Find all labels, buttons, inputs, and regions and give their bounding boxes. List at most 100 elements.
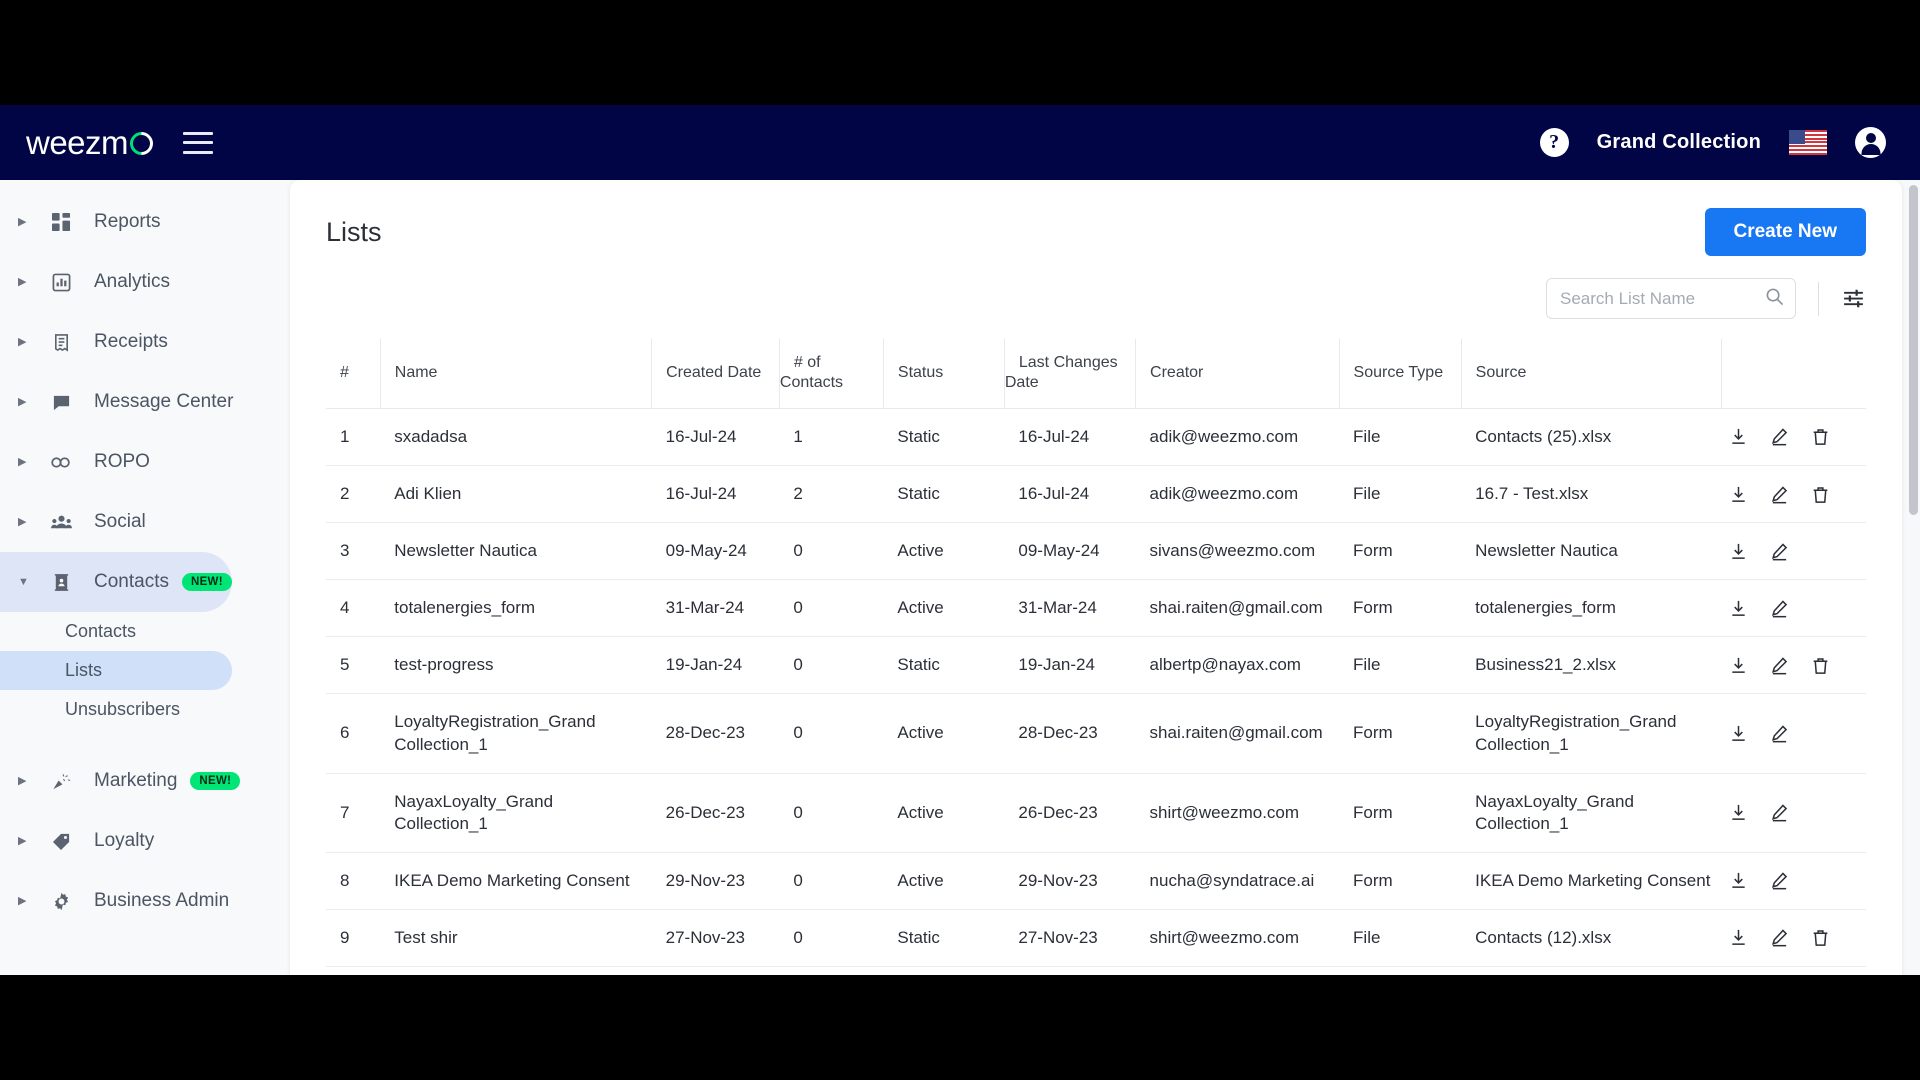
column-header-source[interactable]: Source — [1461, 339, 1722, 409]
cell-last-changes: 27-Nov-23 — [1004, 909, 1136, 967]
edit-pencil-icon[interactable] — [1770, 599, 1789, 618]
download-icon[interactable] — [1729, 599, 1748, 618]
cell-source-type: File — [1339, 636, 1462, 695]
column-header-contacts[interactable]: # of Contacts — [779, 339, 884, 409]
delete-trash-icon[interactable] — [1811, 928, 1830, 947]
download-icon[interactable] — [1729, 928, 1748, 947]
table-row[interactable]: 9 Test shir 27-Nov-23 0 Static 27-Nov-23 shirt… — [326, 909, 1866, 967]
column-header-name[interactable]: Name — [380, 339, 653, 409]
cell-created-date: 27-Nov-23 — [651, 909, 780, 967]
search-input[interactable] — [1547, 279, 1795, 318]
delete-trash-icon[interactable] — [1811, 656, 1830, 675]
cell-actions — [1721, 852, 1866, 910]
cell-source-type: File — [1339, 408, 1462, 467]
cell-last-changes: 26-Dec-23 — [1004, 773, 1136, 853]
edit-pencil-icon[interactable] — [1770, 485, 1789, 504]
sidebar-item-business-admin[interactable]: ▶ Business Admin — [0, 871, 232, 931]
cell-index: 8 — [326, 852, 381, 910]
edit-pencil-icon[interactable] — [1770, 724, 1789, 743]
download-icon[interactable] — [1729, 485, 1748, 504]
edit-pencil-icon[interactable] — [1770, 427, 1789, 446]
download-icon[interactable] — [1729, 656, 1748, 675]
sidebar-label: ROPO — [94, 451, 150, 472]
filter-sliders-icon[interactable] — [1841, 286, 1866, 311]
sidebar-item-contacts-contacts[interactable]: Contacts — [0, 612, 232, 651]
sidebar-item-contacts-lists[interactable]: Lists — [0, 651, 232, 690]
hamburger-menu-icon[interactable] — [183, 131, 214, 154]
column-header-last-changes[interactable]: Last Changes Date — [1004, 339, 1137, 409]
cell-status: Static — [883, 408, 1005, 467]
column-header-creator[interactable]: Creator — [1135, 339, 1340, 409]
sidebar-item-loyalty[interactable]: ▶ Loyalty — [0, 811, 232, 871]
sidebar-navigation: ▶ Reports ▶ Analytics ▶ Receipts ▶ Messa… — [0, 180, 290, 975]
edit-pencil-icon[interactable] — [1770, 928, 1789, 947]
cell-contacts: 0 — [779, 909, 884, 967]
table-row[interactable]: 3 Newsletter Nautica 09-May-24 0 Active 09-Ma… — [326, 522, 1866, 581]
top-navigation-bar: weezm ? Grand Collection — [0, 105, 1920, 180]
edit-pencil-icon[interactable] — [1770, 656, 1789, 675]
column-header-created-date[interactable]: Created Date — [651, 339, 780, 409]
sidebar-item-contacts-unsubscribers[interactable]: Unsubscribers — [0, 690, 232, 729]
cell-status: Active — [883, 579, 1005, 638]
sidebar-item-contacts[interactable]: ▼ Contacts NEW! — [0, 552, 232, 612]
table-row[interactable]: 4 totalenergies_form 31-Mar-24 0 Active 31-Ma… — [326, 579, 1866, 638]
edit-pencil-icon[interactable] — [1770, 542, 1789, 561]
new-badge: NEW! — [190, 772, 241, 790]
lists-table-container[interactable]: # Name Created Date # of Contacts Status… — [326, 339, 1866, 975]
download-icon[interactable] — [1729, 803, 1748, 822]
table-header: # Name Created Date # of Contacts Status… — [326, 339, 1866, 409]
table-row[interactable]: 1 sxadadsa 16-Jul-24 1 Static 16-Jul-24 adik@w… — [326, 408, 1866, 467]
cell-status: Static — [883, 909, 1005, 967]
cell-created-date: 16-Jul-24 — [651, 465, 780, 524]
edit-pencil-icon[interactable] — [1770, 803, 1789, 822]
help-icon[interactable]: ? — [1539, 128, 1569, 157]
weezmo-logo[interactable]: weezm — [26, 123, 158, 162]
create-new-button[interactable]: Create New — [1704, 208, 1866, 256]
sidebar-item-analytics[interactable]: ▶ Analytics — [0, 252, 232, 312]
cell-status: Active — [883, 852, 1005, 910]
chevron-down-icon: ▼ — [18, 575, 29, 588]
scrollbar-thumb[interactable] — [1909, 185, 1918, 515]
page-scrollbar[interactable] — [1909, 185, 1918, 945]
delete-trash-icon[interactable] — [1811, 427, 1830, 446]
cell-creator: nucha@syndatrace.ai — [1135, 852, 1340, 910]
cell-status: Static — [883, 465, 1005, 524]
us-flag-icon[interactable] — [1789, 130, 1827, 155]
download-icon[interactable] — [1729, 427, 1748, 446]
cell-name: LoyaltyRegistration_Grand Collection_1 — [380, 693, 652, 774]
sidebar-item-ropo[interactable]: ▶ ROPO — [0, 432, 232, 492]
chevron-right-icon: ▶ — [18, 774, 27, 787]
column-header-index[interactable]: # — [326, 339, 381, 409]
organization-name[interactable]: Grand Collection — [1597, 131, 1761, 154]
column-header-source-type[interactable]: Source Type — [1339, 339, 1462, 409]
delete-trash-icon[interactable] — [1811, 485, 1830, 504]
sidebar-item-social[interactable]: ▶ Social — [0, 492, 232, 552]
logo-text: weezm — [26, 123, 129, 161]
search-list-name-field[interactable] — [1546, 278, 1796, 319]
tag-icon — [46, 832, 76, 851]
cell-index: 4 — [326, 579, 381, 638]
table-row[interactable]: 2 Adi Klien 16-Jul-24 2 Static 16-Jul-24 adik@… — [326, 465, 1866, 524]
download-icon[interactable] — [1729, 542, 1748, 561]
table-row[interactable]: 5 test-progress 19-Jan-24 0 Static 19-Jan-24 a… — [326, 636, 1866, 695]
cell-actions — [1721, 408, 1866, 467]
cell-actions — [1721, 773, 1866, 853]
cell-creator: shirt@weezmo.com — [1135, 773, 1340, 853]
table-row[interactable]: 8 IKEA Demo Marketing Consent 29-Nov-23 0 Ac… — [326, 852, 1866, 910]
cell-contacts: 0 — [779, 579, 884, 638]
table-row[interactable]: 7 NayaxLoyalty_Grand Collection_1 26-Dec-2… — [326, 773, 1866, 853]
row-action-group — [1721, 599, 1856, 618]
sidebar-item-reports[interactable]: ▶ Reports — [0, 192, 232, 252]
download-icon[interactable] — [1729, 871, 1748, 890]
edit-pencil-icon[interactable] — [1770, 871, 1789, 890]
cell-status: Static — [883, 636, 1005, 695]
account-avatar-icon[interactable] — [1855, 127, 1886, 158]
sidebar-item-marketing[interactable]: ▶ Marketing NEW! — [0, 751, 241, 811]
cell-contacts: 0 — [779, 852, 884, 910]
cell-source: totalenergies_form — [1461, 579, 1722, 638]
download-icon[interactable] — [1729, 724, 1748, 743]
sidebar-item-receipts[interactable]: ▶ Receipts — [0, 312, 232, 372]
table-row[interactable]: 6 LoyaltyRegistration_Grand Collection_1 2… — [326, 693, 1866, 774]
column-header-status[interactable]: Status — [883, 339, 1005, 409]
sidebar-item-message-center[interactable]: ▶ Message Center — [0, 372, 233, 432]
